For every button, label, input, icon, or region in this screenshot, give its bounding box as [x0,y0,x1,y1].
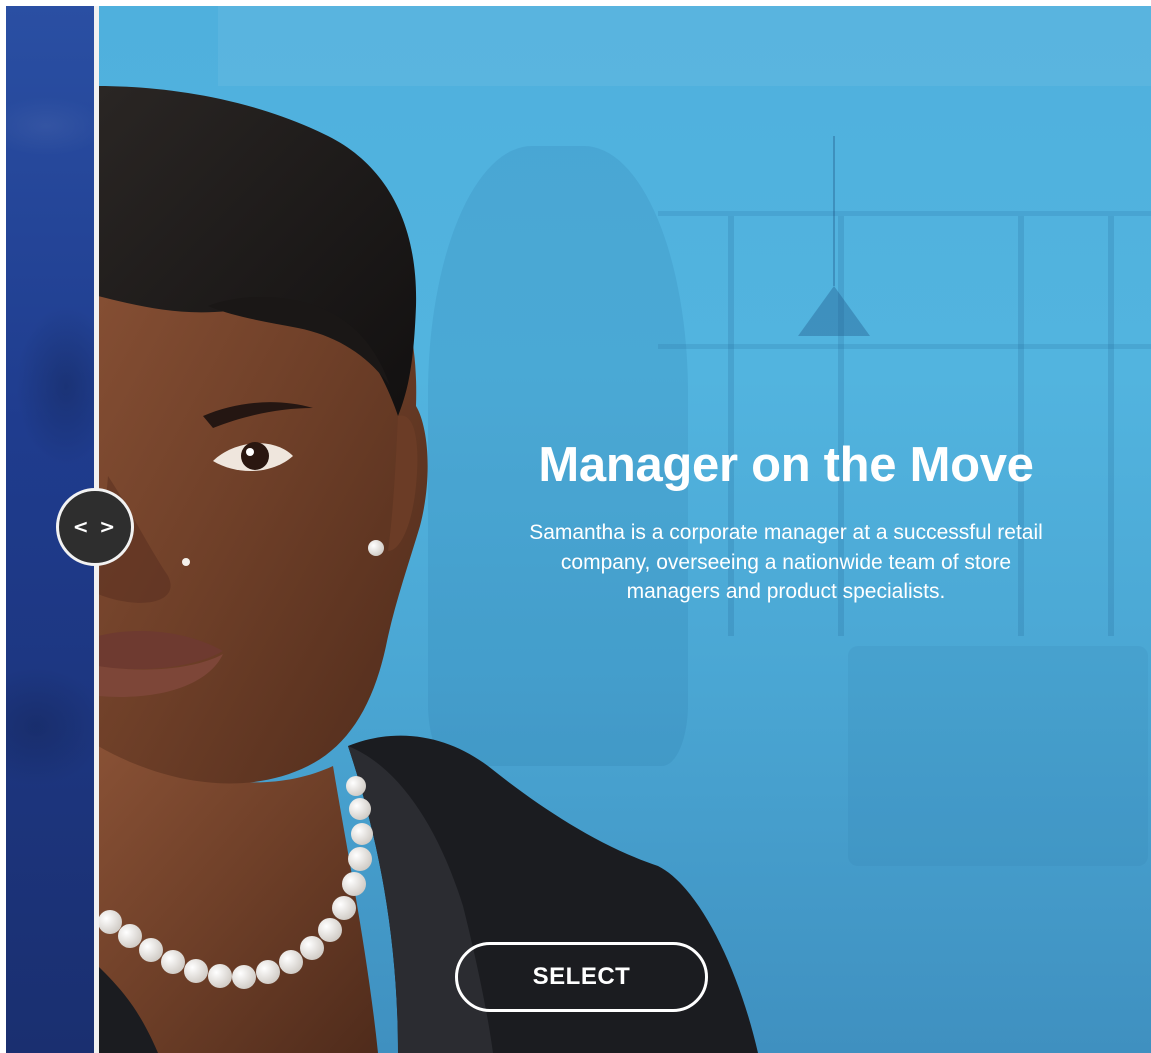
left-right-arrows-icon: < > [72,516,118,538]
desk-silhouette [848,646,1148,866]
persona-title: Manager on the Move [538,438,1034,492]
slider-handle[interactable]: < > [56,488,134,566]
eye-highlight [246,448,254,456]
earring [368,540,384,556]
select-button[interactable]: SELECT [455,942,708,1012]
comparison-slider: < > Manager on the Move Samantha is a co… [6,6,1151,1053]
lamp-cord [833,136,835,286]
pendant-lamp [798,286,870,336]
window-frame [1108,216,1114,636]
iris [241,442,269,470]
persona-info: Manager on the Move Samantha is a corpor… [506,436,1066,607]
persona-description: Samantha is a corporate manager at a suc… [529,521,1043,603]
nose-stud [182,558,190,566]
